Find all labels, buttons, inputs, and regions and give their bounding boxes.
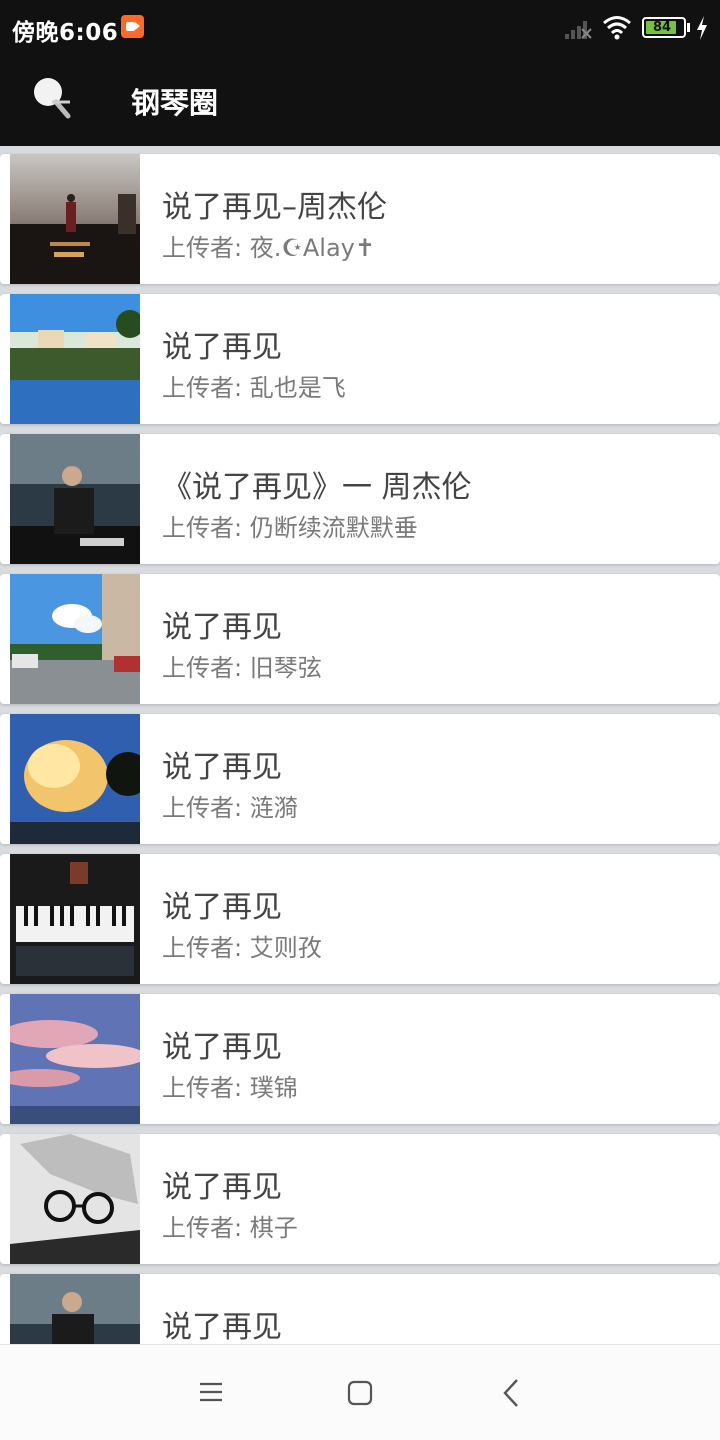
uploader-label: 上传者: 棋子 (162, 1214, 298, 1242)
wifi-icon (603, 16, 631, 40)
song-title: 说了再见 (162, 750, 282, 785)
list-item[interactable]: 说了再见 上传者: 涟漪 (0, 714, 720, 844)
app-bar: 钢琴圈 (0, 56, 720, 146)
song-title: 说了再见 (162, 890, 282, 925)
status-bar: 傍晚6:06 84 (0, 0, 720, 56)
search-icon[interactable] (30, 74, 74, 120)
song-thumbnail (10, 154, 140, 284)
list-item[interactable]: 说了再见 上传者: 棋子 (0, 1134, 720, 1264)
song-thumbnail (10, 294, 140, 424)
list-item[interactable]: 说了再见–周杰伦 上传者: 夜.☪Alay✝ (0, 154, 720, 284)
song-thumbnail (10, 434, 140, 564)
home-square-icon[interactable] (347, 1380, 373, 1406)
system-nav-bar (0, 1344, 720, 1440)
uploader-label: 上传者: 乱也是飞 (162, 374, 346, 402)
list-item[interactable]: 说了再见 上传者: 乱也是飞 (0, 294, 720, 424)
battery-level: 84 (652, 20, 672, 35)
signal-icon (565, 21, 592, 39)
list-item[interactable]: 说了再见 上传者: 艾则孜 (0, 854, 720, 984)
song-thumbnail (10, 574, 140, 704)
song-list[interactable]: 说了再见–周杰伦 上传者: 夜.☪Alay✝ 说了再见 上传者: 乱也是飞 《说… (0, 146, 720, 1344)
menu-icon[interactable] (198, 1381, 224, 1403)
song-title: 说了再见 (162, 1030, 282, 1065)
song-title: 说了再见 (162, 610, 282, 645)
uploader-label: 上传者: 旧琴弦 (162, 654, 322, 682)
charging-icon (697, 16, 707, 40)
battery-icon: 84 (642, 17, 686, 38)
uploader-label: 上传者: 夜.☪Alay✝ (162, 234, 375, 262)
song-thumbnail (10, 994, 140, 1124)
song-title: 说了再见–周杰伦 (162, 190, 387, 225)
list-item[interactable]: 《说了再见》一 周杰伦 上传者: 仍断续流默默垂 (0, 434, 720, 564)
song-thumbnail (10, 1134, 140, 1264)
uploader-label: 上传者: 璞锦 (162, 1074, 298, 1102)
list-item[interactable]: 说了再见 上传者: 旧琴弦 (0, 574, 720, 704)
song-title: 说了再见 (162, 1170, 282, 1205)
song-thumbnail (10, 1274, 140, 1344)
song-thumbnail (10, 714, 140, 844)
song-thumbnail (10, 854, 140, 984)
recording-icon (121, 15, 144, 38)
status-time: 傍晚6:06 (12, 20, 119, 46)
list-item[interactable]: 说了再见 (0, 1274, 720, 1344)
song-title: 说了再见 (162, 330, 282, 365)
uploader-label: 上传者: 涟漪 (162, 794, 298, 822)
uploader-label: 上传者: 艾则孜 (162, 934, 322, 962)
page-title: 钢琴圈 (131, 86, 219, 120)
song-title: 《说了再见》一 周杰伦 (162, 470, 472, 505)
uploader-label: 上传者: 仍断续流默默垂 (162, 514, 418, 542)
back-icon[interactable] (502, 1378, 520, 1408)
song-title: 说了再见 (162, 1310, 282, 1344)
list-item[interactable]: 说了再见 上传者: 璞锦 (0, 994, 720, 1124)
